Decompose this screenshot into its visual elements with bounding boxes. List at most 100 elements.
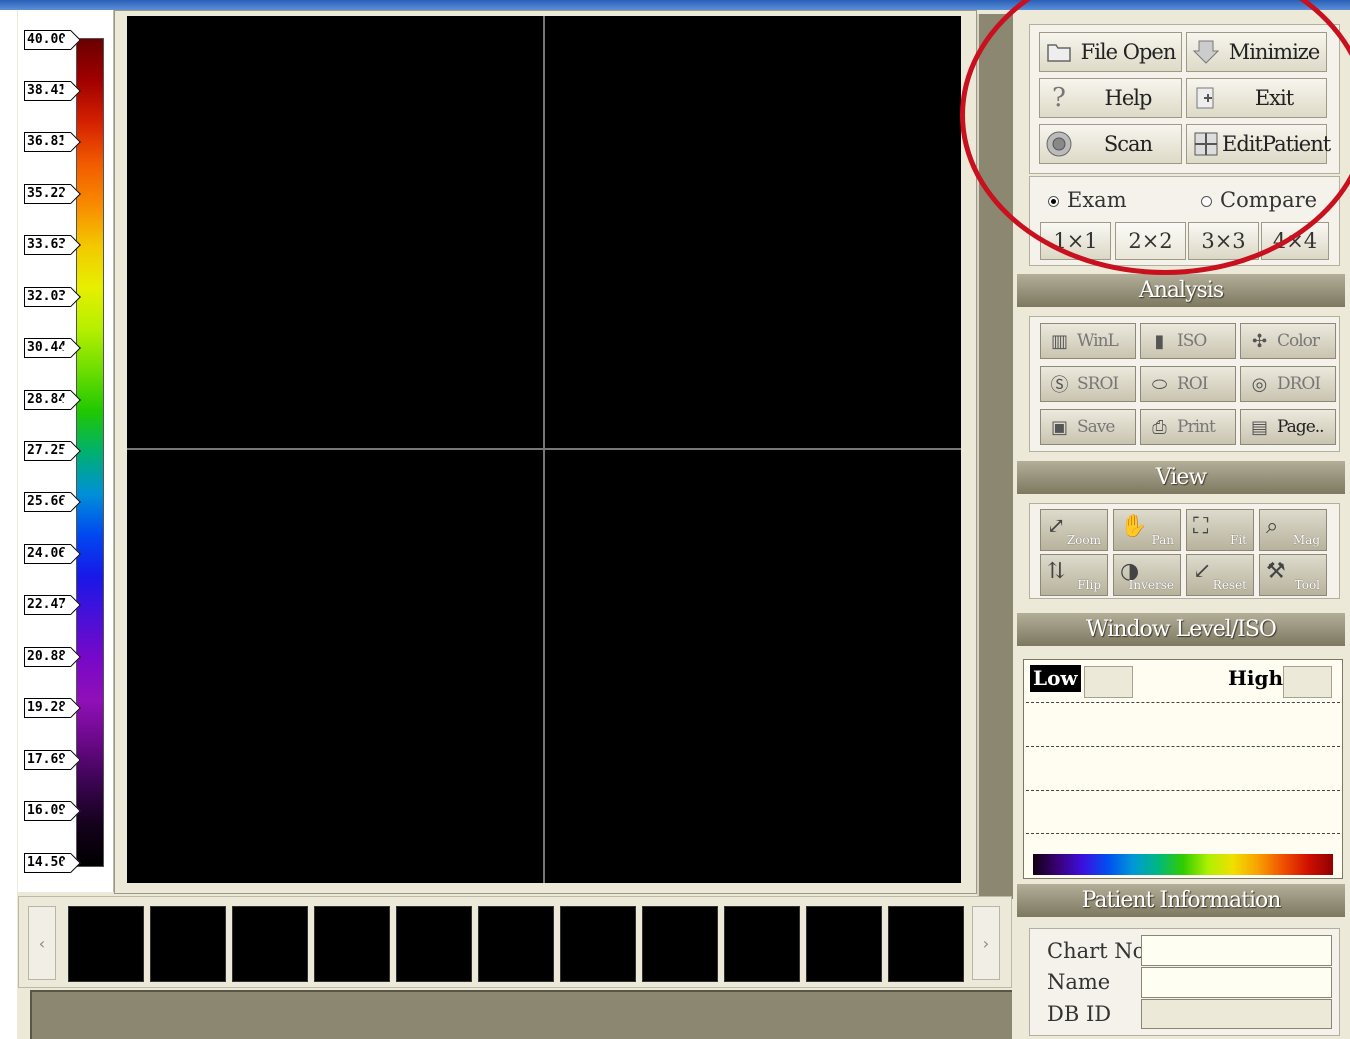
thumbnail[interactable] — [560, 906, 636, 982]
thumbnail[interactable] — [724, 906, 800, 982]
temperature-scale-panel: 40.00 38.41 36.81 35.22 33.63 32.03 30.4… — [18, 10, 114, 892]
status-bar — [30, 990, 1012, 1039]
iso-tool-button[interactable]: ▮ ISO — [1140, 323, 1236, 359]
thumbnail[interactable] — [232, 906, 308, 982]
divider — [1026, 702, 1340, 703]
thumbnail[interactable] — [478, 906, 554, 982]
viewport-bottom-right[interactable] — [545, 450, 961, 882]
help-button[interactable]: ? Help — [1039, 78, 1182, 118]
low-label: Low — [1030, 665, 1081, 692]
viewport-bottom-left[interactable] — [127, 450, 543, 882]
chart-no-label: Chart No — [1047, 939, 1146, 963]
print-tool-button[interactable]: ⎙ Print — [1140, 409, 1236, 445]
scale-label: 36.81 — [24, 132, 71, 152]
thumbnail[interactable] — [396, 906, 472, 982]
high-value-field[interactable] — [1283, 666, 1332, 698]
layout-1x1-button[interactable]: 1×1 — [1040, 222, 1111, 260]
high-label: High — [1228, 666, 1284, 690]
chart-no-field[interactable] — [1141, 935, 1332, 966]
question-icon: ? — [1052, 83, 1066, 113]
scan-button[interactable]: Scan — [1039, 124, 1182, 164]
layout-3x3-button[interactable]: 3×3 — [1188, 222, 1259, 260]
double-circle-icon: ◎ — [1251, 373, 1268, 395]
flip-tool-button[interactable]: ⇅ Flip — [1040, 554, 1108, 596]
folder-icon — [1043, 36, 1075, 68]
scale-label: 32.03 — [24, 287, 71, 307]
roi-tool-button[interactable]: ⬭ ROI — [1140, 366, 1236, 402]
scale-label: 24.06 — [24, 544, 71, 564]
droi-tool-button[interactable]: ◎ DROI — [1240, 366, 1336, 402]
temperature-color-bar — [76, 38, 104, 867]
title-bar — [0, 0, 1350, 10]
chevron-right-icon: › — [982, 933, 990, 953]
thumbnail[interactable] — [314, 906, 390, 982]
thumbnail[interactable] — [150, 906, 226, 982]
edit-patient-button[interactable]: EditPatient — [1186, 124, 1331, 164]
palette-icon: ✣ — [1251, 330, 1267, 352]
divider — [1026, 746, 1340, 747]
patient-info-header: Patient Information — [1017, 884, 1345, 917]
zoom-arrows-icon: ⤢ — [1047, 514, 1066, 539]
iso-icon: ▮ — [1154, 330, 1165, 352]
layout-2x2-button[interactable]: 2×2 — [1115, 222, 1186, 260]
page-tool-button[interactable]: ▤ Page.. — [1240, 409, 1336, 445]
reset-icon: ↙ — [1193, 559, 1212, 584]
divider — [1026, 833, 1340, 834]
scale-label: 20.88 — [24, 647, 71, 667]
zoom-tool-button[interactable]: ⤢ Zoom — [1040, 509, 1108, 551]
name-label: Name — [1047, 970, 1111, 994]
minimize-button[interactable]: Minimize — [1186, 32, 1327, 72]
radio-selected-icon — [1048, 196, 1059, 207]
wrench-icon: ⚒ — [1266, 559, 1286, 584]
analysis-header: Analysis — [1017, 274, 1345, 307]
thumbnail-prev-button[interactable]: ‹ — [28, 906, 56, 980]
db-id-field[interactable] — [1141, 999, 1332, 1029]
low-value-field[interactable] — [1084, 666, 1133, 698]
scale-label: 40.00 — [24, 30, 71, 50]
thumbnail-next-button[interactable]: › — [972, 906, 1000, 980]
exam-radio[interactable]: Exam — [1048, 188, 1127, 212]
sroi-tool-button[interactable]: Ⓢ SROI — [1040, 366, 1136, 402]
arrow-down-icon — [1190, 36, 1222, 68]
sroi-icon: Ⓢ — [1050, 375, 1069, 396]
fit-tool-button[interactable]: ⛶ Fit — [1186, 509, 1254, 551]
winl-tool-button[interactable]: ▥ WinL — [1040, 323, 1136, 359]
layout-4x4-button[interactable]: 4×4 — [1261, 222, 1329, 260]
reset-tool-button[interactable]: ↙ Reset — [1186, 554, 1254, 596]
histogram-icon: ▥ — [1050, 330, 1068, 352]
window-level-header: Window Level/ISO — [1017, 613, 1345, 646]
save-tool-button[interactable]: ▣ Save — [1040, 409, 1136, 445]
scale-label: 35.22 — [24, 184, 71, 204]
thumbnail[interactable] — [888, 906, 964, 982]
patient-info-panel: Chart No Name DB ID — [1029, 928, 1340, 1036]
scale-label: 30.44 — [24, 338, 71, 358]
inverse-tool-button[interactable]: ◑ Inverse — [1113, 554, 1181, 596]
name-field[interactable] — [1141, 967, 1332, 998]
scale-label: 16.09 — [24, 801, 71, 821]
thumbnail[interactable] — [642, 906, 718, 982]
viewport-top-right[interactable] — [545, 16, 961, 448]
viewport-divider-horizontal — [127, 448, 961, 450]
tool-settings-button[interactable]: ⚒ Tool — [1259, 554, 1327, 596]
hand-icon: ✋ — [1120, 514, 1148, 539]
printer-icon: ⎙ — [1152, 416, 1166, 438]
image-viewer — [127, 16, 961, 883]
scale-label: 27.25 — [24, 441, 71, 461]
pan-tool-button[interactable]: ✋ Pan — [1113, 509, 1181, 551]
divider — [1026, 790, 1340, 791]
db-id-label: DB ID — [1047, 1002, 1112, 1026]
mag-tool-button[interactable]: ⌕ Mag — [1259, 509, 1327, 551]
exit-button[interactable]: Exit — [1186, 78, 1327, 118]
flip-icon: ⇅ — [1047, 559, 1066, 584]
fit-frame-icon: ⛶ — [1193, 514, 1209, 539]
thumbnail[interactable] — [806, 906, 882, 982]
color-tool-button[interactable]: ✣ Color — [1240, 323, 1336, 359]
thumbnail[interactable] — [68, 906, 144, 982]
floppy-disk-icon: ▣ — [1050, 416, 1068, 438]
file-open-button[interactable]: File Open — [1039, 32, 1182, 72]
viewport-top-left[interactable] — [127, 16, 543, 448]
compare-radio[interactable]: Compare — [1201, 188, 1317, 212]
scale-label: 28.84 — [24, 390, 71, 410]
scale-label: 17.69 — [24, 750, 71, 770]
window-level-panel: Low High — [1023, 659, 1343, 879]
